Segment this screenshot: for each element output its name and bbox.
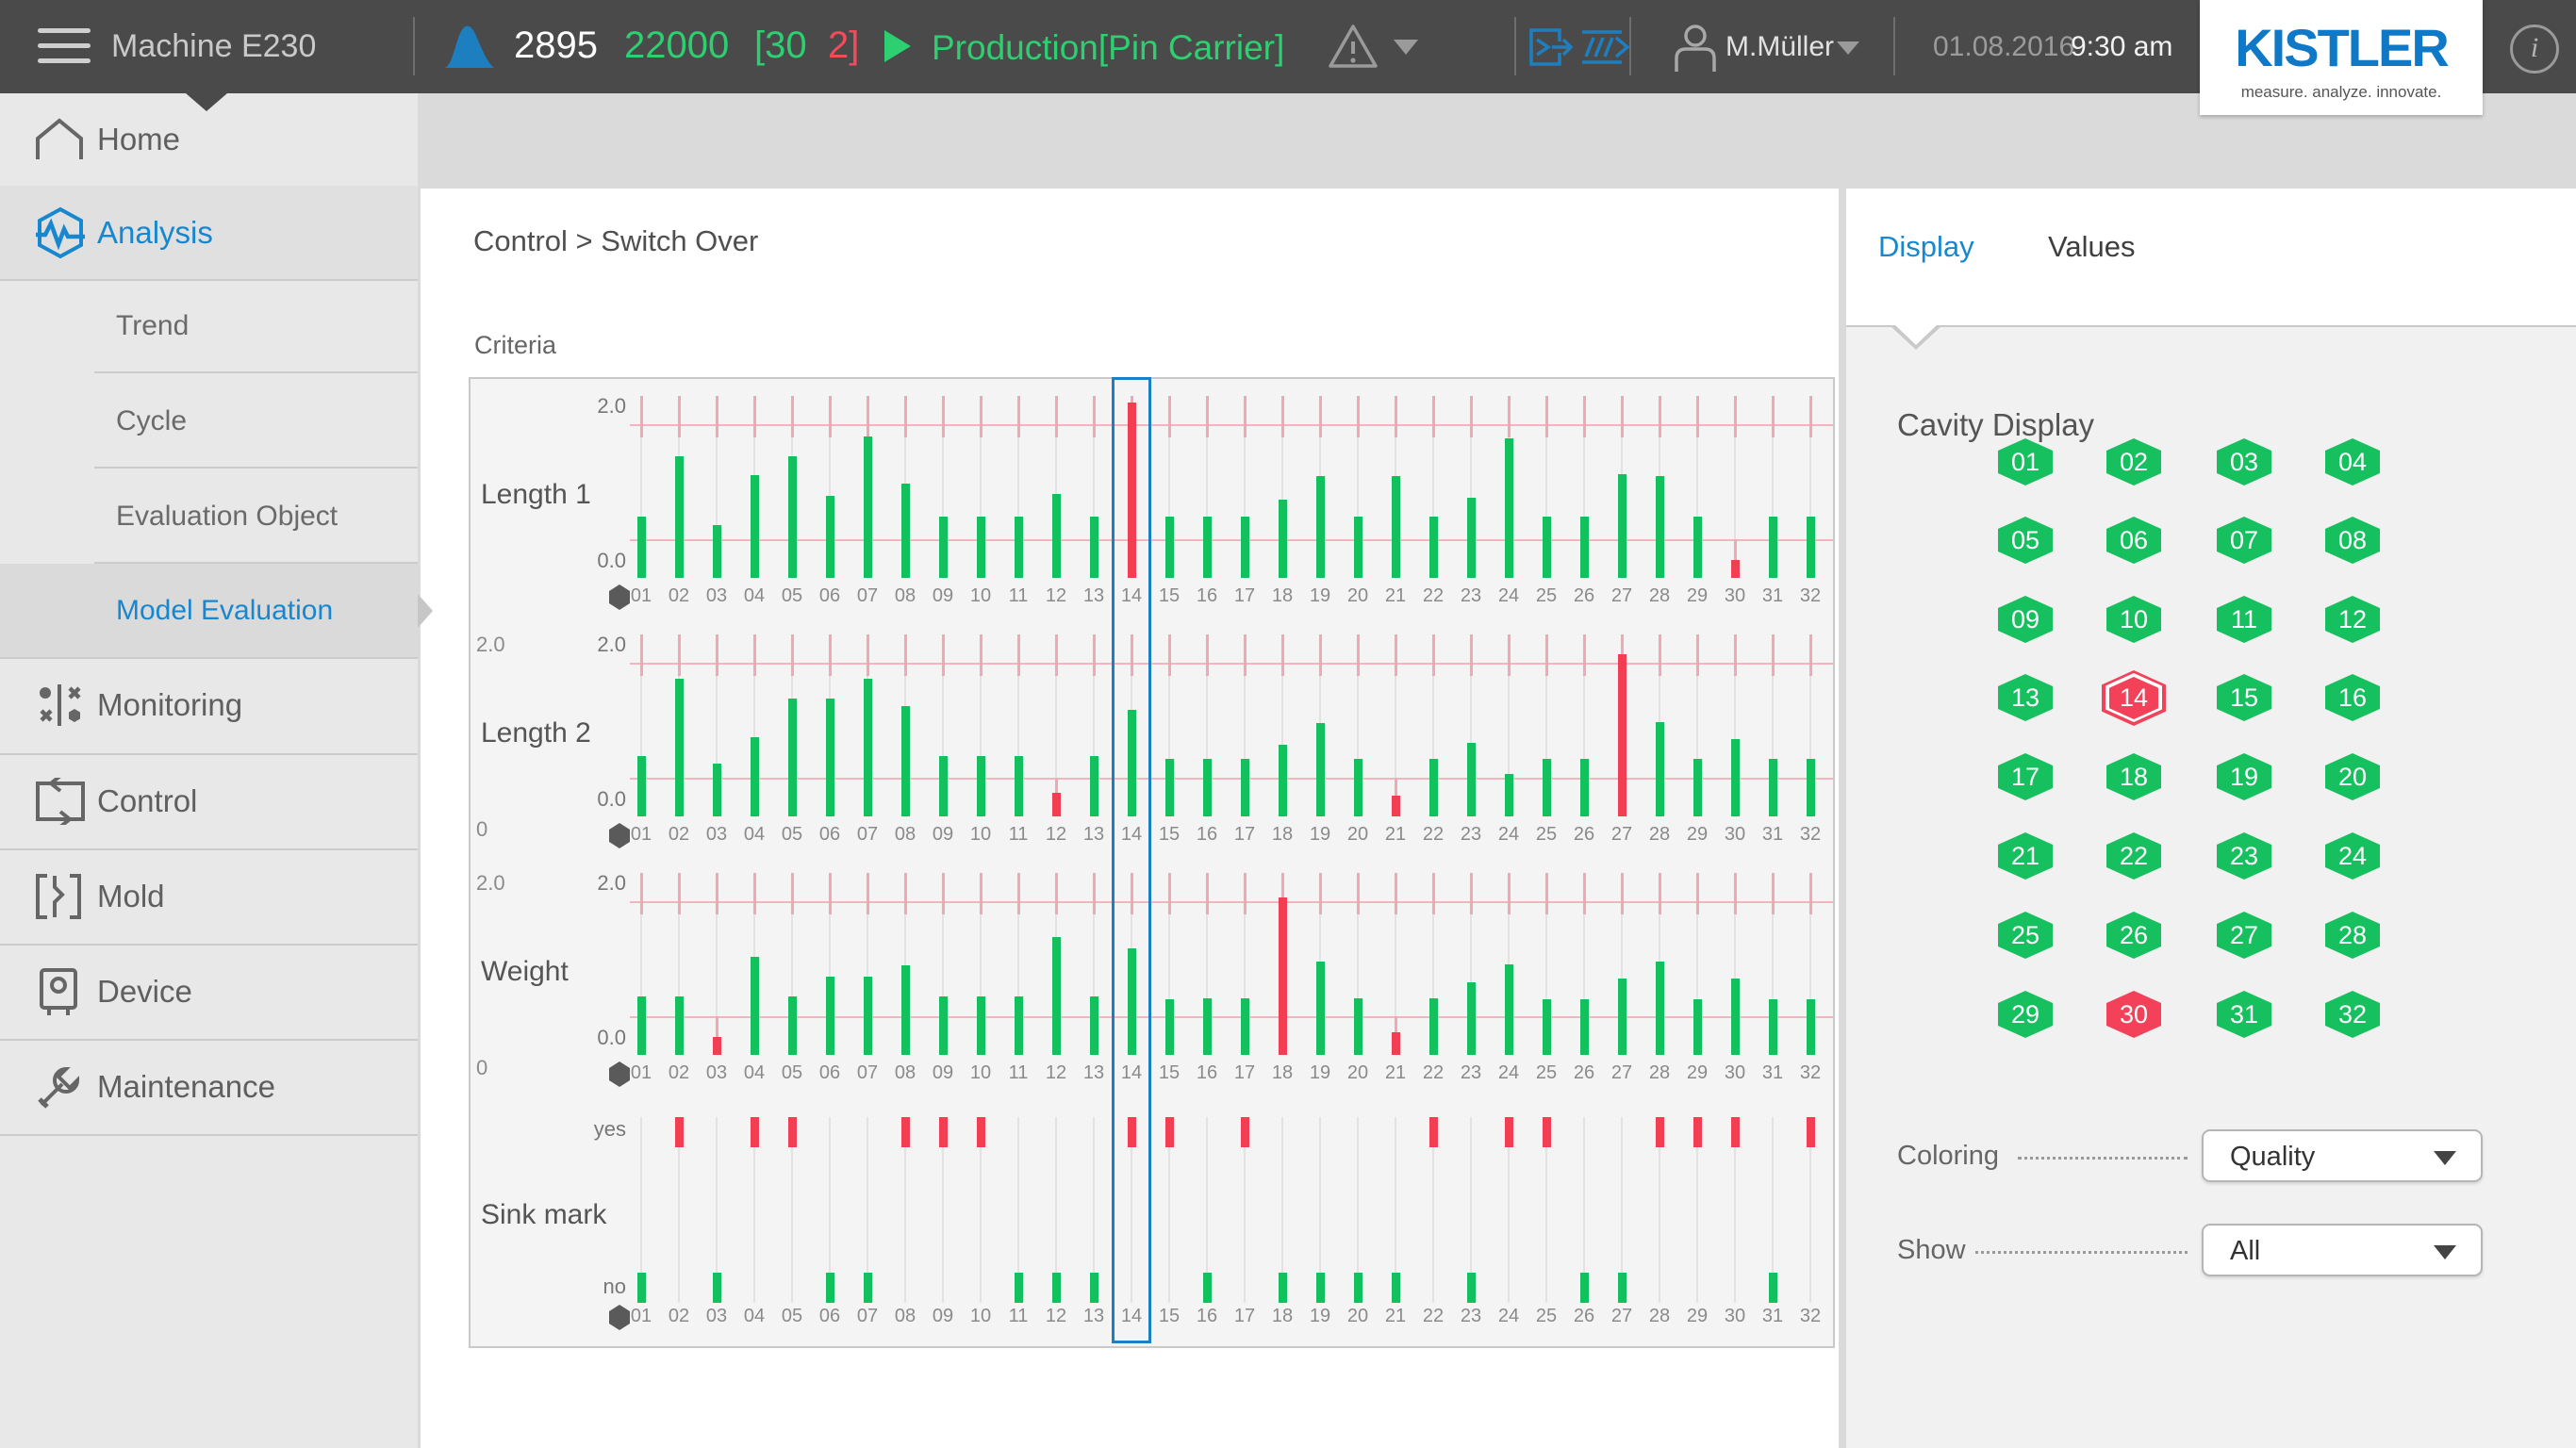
cavity-hexagon[interactable]: 06 bbox=[2106, 517, 2161, 564]
machine-name: Machine E230 bbox=[111, 28, 316, 65]
coloring-value: Quality bbox=[2230, 1142, 2315, 1173]
cavity-hexagon[interactable]: 05 bbox=[1998, 517, 2053, 564]
shot-count: 2895 bbox=[514, 25, 598, 67]
cavity-hexagon[interactable]: 04 bbox=[2325, 438, 2380, 485]
cavity-hexagon[interactable]: 07 bbox=[2217, 517, 2271, 564]
counter-good: [30 bbox=[754, 25, 807, 67]
top-bar: Machine E230 2895 22000 [30 2] Productio… bbox=[0, 0, 2576, 93]
cavity-hexagon[interactable]: 12 bbox=[2325, 596, 2380, 643]
kistler-logo: KISTLER measure. analyze. innovate. bbox=[2200, 0, 2483, 115]
cavity-hexagon[interactable]: 16 bbox=[2325, 674, 2380, 721]
cavity-hexagon[interactable]: 13 bbox=[1998, 674, 2053, 721]
cavity-hexagon[interactable]: 30 bbox=[2106, 991, 2161, 1038]
cavity-hexagon[interactable]: 32 bbox=[2325, 991, 2380, 1038]
cavity-hexagon[interactable]: 18 bbox=[2106, 753, 2161, 800]
cavity-hexagon[interactable]: 21 bbox=[1998, 832, 2053, 880]
chevron-down-icon bbox=[2434, 1245, 2456, 1259]
cavity-hexagon[interactable]: 29 bbox=[1998, 991, 2053, 1038]
play-icon bbox=[884, 30, 911, 62]
warning-triangle-icon[interactable] bbox=[1328, 23, 1379, 70]
cavity-hexagon[interactable]: 03 bbox=[2217, 438, 2271, 485]
cavity-hexagon[interactable]: 22 bbox=[2106, 832, 2161, 880]
cavity-hexagon[interactable]: 17 bbox=[1998, 753, 2053, 800]
cavity-hexagon[interactable]: 23 bbox=[2217, 832, 2271, 880]
production-mode-label: Production[Pin Carrier] bbox=[932, 28, 1284, 68]
topbar-divider bbox=[1514, 17, 1516, 75]
shot-target: 22000 bbox=[624, 25, 729, 67]
cavity-hexagon[interactable]: 24 bbox=[2325, 832, 2380, 880]
user-name[interactable]: M.Müller bbox=[1726, 31, 1834, 63]
cavity-hexagon[interactable]: 31 bbox=[2217, 991, 2271, 1038]
topbar-divider bbox=[1629, 17, 1631, 75]
user-icon bbox=[1672, 23, 1719, 72]
tab-notch bbox=[1893, 323, 1939, 345]
date: 01.08.2016 bbox=[1933, 31, 2074, 63]
cycle-curve-icon bbox=[441, 21, 496, 72]
time: 9:30 am bbox=[2071, 31, 2172, 63]
show-label: Show bbox=[1897, 1235, 1966, 1266]
leader-line bbox=[1975, 1250, 2188, 1254]
coloring-dropdown[interactable]: Quality bbox=[2202, 1129, 2483, 1182]
topbar-divider bbox=[413, 17, 415, 75]
cavity-hexagon[interactable]: 09 bbox=[1998, 596, 2053, 643]
cavity-hexagon[interactable]: 27 bbox=[2217, 912, 2271, 959]
cavity-hexagon[interactable]: 25 bbox=[1998, 912, 2053, 959]
transfer-icon[interactable] bbox=[1527, 25, 1573, 70]
hamburger-menu-icon[interactable] bbox=[38, 28, 91, 66]
cavity-hexagon[interactable]: 26 bbox=[2106, 912, 2161, 959]
cavity-hexagon[interactable]: 19 bbox=[2217, 753, 2271, 800]
topbar-divider bbox=[1893, 17, 1895, 75]
show-value: All bbox=[2230, 1236, 2260, 1267]
cavity-hexagon[interactable]: 08 bbox=[2325, 517, 2380, 564]
logo-text: KISTLER bbox=[2200, 17, 2483, 78]
user-dropdown-caret[interactable] bbox=[1837, 41, 1859, 55]
selected-item-pointer bbox=[418, 594, 433, 628]
conveyor-icon[interactable] bbox=[1580, 25, 1629, 70]
coloring-label: Coloring bbox=[1897, 1141, 1999, 1172]
cavity-hexagon[interactable]: 11 bbox=[2217, 596, 2271, 643]
cavity-hexagon[interactable]: 15 bbox=[2217, 674, 2271, 721]
cavity-hexagon[interactable]: 28 bbox=[2325, 912, 2380, 959]
cavity-hexagon[interactable]: 02 bbox=[2106, 438, 2161, 485]
show-dropdown[interactable]: All bbox=[2202, 1224, 2483, 1276]
leader-line bbox=[2018, 1156, 2188, 1160]
info-icon[interactable]: i bbox=[2510, 25, 2559, 74]
logo-tagline: measure. analyze. innovate. bbox=[2200, 83, 2483, 102]
counter-bad: 2] bbox=[828, 25, 859, 67]
mode-dropdown-caret[interactable] bbox=[1394, 40, 1418, 55]
cavity-hexagon[interactable]: 01 bbox=[1998, 438, 2053, 485]
cavity-hexagon[interactable]: 20 bbox=[2325, 753, 2380, 800]
cavity-hex-grid: 0102030405060708091011121314151617181920… bbox=[0, 0, 2576, 1448]
cavity-hexagon[interactable]: 10 bbox=[2106, 596, 2161, 643]
chevron-down-icon bbox=[2434, 1151, 2456, 1165]
topbar-nav-pointer bbox=[186, 93, 227, 111]
